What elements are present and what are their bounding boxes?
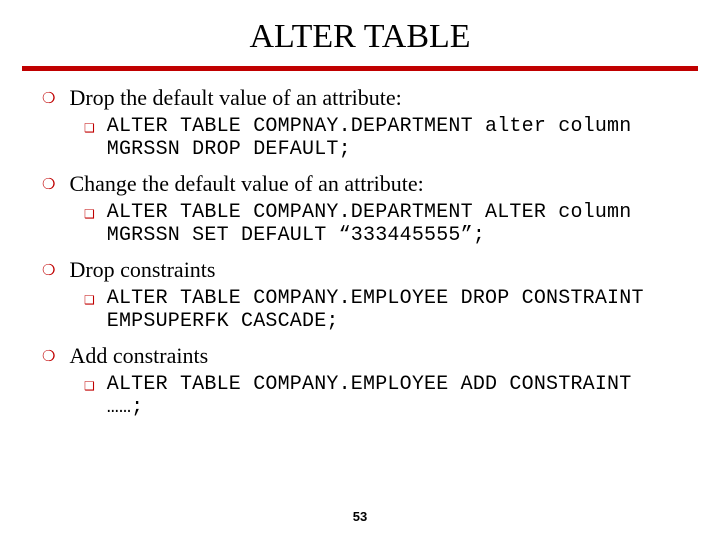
list-item: ❍ Drop the default value of an attribute…: [42, 85, 678, 111]
list-subitem-code: ALTER TABLE COMPNAY.DEPARTMENT alter col…: [107, 115, 678, 161]
list-subitem: ❑ ALTER TABLE COMPANY.DEPARTMENT ALTER c…: [84, 201, 678, 247]
list-item-heading: Add constraints: [69, 343, 208, 369]
square-bullet-icon: ❑: [84, 375, 95, 397]
list-item-heading: Drop the default value of an attribute:: [69, 85, 401, 111]
list-subitem: ❑ ALTER TABLE COMPANY.EMPLOYEE DROP CONS…: [84, 287, 678, 333]
list-item: ❍ Change the default value of an attribu…: [42, 171, 678, 197]
square-bullet-icon: ❑: [84, 117, 95, 139]
list-item-heading: Change the default value of an attribute…: [69, 171, 423, 197]
slide: ALTER TABLE ❍ Drop the default value of …: [0, 0, 720, 540]
list-item: ❍ Drop constraints: [42, 257, 678, 283]
circle-bullet-icon: ❍: [42, 259, 55, 283]
circle-bullet-icon: ❍: [42, 345, 55, 369]
title-underline: [22, 66, 698, 71]
slide-content: ❍ Drop the default value of an attribute…: [0, 85, 720, 419]
list-subitem: ❑ ALTER TABLE COMPNAY.DEPARTMENT alter c…: [84, 115, 678, 161]
list-item: ❍ Add constraints: [42, 343, 678, 369]
page-number: 53: [0, 509, 720, 524]
circle-bullet-icon: ❍: [42, 87, 55, 111]
square-bullet-icon: ❑: [84, 289, 95, 311]
list-subitem-code: ALTER TABLE COMPANY.EMPLOYEE DROP CONSTR…: [107, 287, 678, 333]
circle-bullet-icon: ❍: [42, 173, 55, 197]
square-bullet-icon: ❑: [84, 203, 95, 225]
list-subitem-code: ALTER TABLE COMPANY.DEPARTMENT ALTER col…: [107, 201, 678, 247]
list-subitem-code: ALTER TABLE COMPANY.EMPLOYEE ADD CONSTRA…: [107, 373, 678, 419]
list-item-heading: Drop constraints: [69, 257, 215, 283]
slide-title: ALTER TABLE: [0, 0, 720, 66]
list-subitem: ❑ ALTER TABLE COMPANY.EMPLOYEE ADD CONST…: [84, 373, 678, 419]
